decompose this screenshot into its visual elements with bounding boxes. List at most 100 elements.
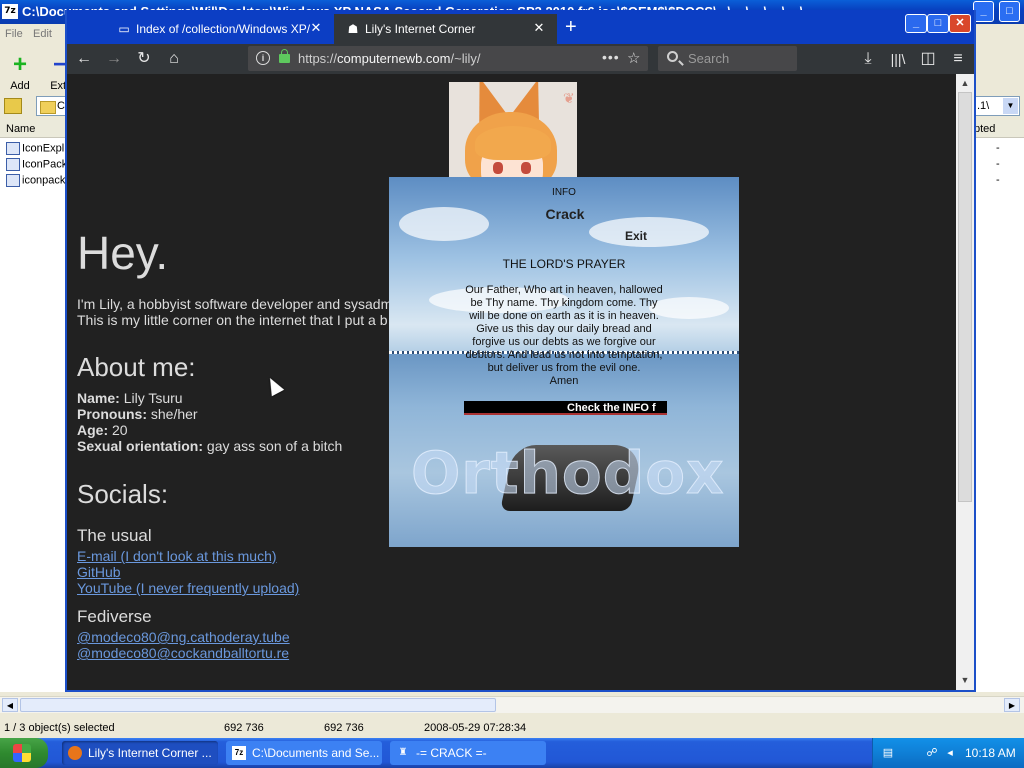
start-button[interactable] xyxy=(0,738,48,768)
restore-button[interactable]: □ xyxy=(999,1,1020,22)
info-icon[interactable]: i xyxy=(256,51,270,65)
popup-title: Crack xyxy=(545,206,585,222)
address-field[interactable]: C xyxy=(36,96,66,116)
folder-icon: ▭ xyxy=(118,22,130,36)
usual-heading: The usual xyxy=(77,526,152,545)
taskbar-button-crack[interactable]: ♜ -= CRACK =- xyxy=(390,741,546,765)
volume-icon[interactable]: ◂ xyxy=(943,746,957,760)
file-row[interactable]: IconExpl xyxy=(6,142,64,158)
back-icon[interactable]: ← xyxy=(73,48,95,70)
horizontal-scrollbar[interactable]: ◀ ▶ xyxy=(0,696,1024,713)
search-icon xyxy=(667,51,678,62)
lock-icon[interactable] xyxy=(279,49,290,63)
page-heading: Hey. xyxy=(77,227,169,279)
column-encrypted[interactable]: pted xyxy=(974,123,995,135)
bookmark-star-icon[interactable]: ☆ xyxy=(627,49,640,67)
page-actions-icon[interactable]: ••• xyxy=(602,49,620,65)
plus-icon: + xyxy=(12,51,27,78)
taskbar-button-label: -= CRACK =- xyxy=(416,746,487,760)
url-bar[interactable]: i https://computernewb.com/~lily/ ••• ☆ xyxy=(248,46,648,71)
info-button[interactable]: INFO xyxy=(389,187,739,198)
socials-heading: Socials: xyxy=(77,479,169,509)
fediverse-link-1[interactable]: @modeco80@ng.cathoderay.tube xyxy=(77,629,290,645)
menu-icon[interactable]: ≡ xyxy=(947,48,969,70)
file-flag: - xyxy=(996,142,1000,154)
about-age: Age: 20 xyxy=(77,422,128,438)
leaf-icon: ❦ xyxy=(563,90,575,106)
scroll-left-icon[interactable]: ◀ xyxy=(2,698,18,712)
minimize-button[interactable]: _ xyxy=(905,14,927,33)
email-link[interactable]: E-mail (I don't look at this much) xyxy=(77,548,277,564)
system-tray: ▤ ☍ ◂ 10:18 AM xyxy=(872,738,1024,768)
file-row[interactable]: iconpack xyxy=(6,174,65,190)
download-icon[interactable]: ⤓ xyxy=(857,48,879,70)
youtube-link[interactable]: YouTube (I never frequently upload) xyxy=(77,580,299,596)
sidebar-icon[interactable]: ◫ xyxy=(917,48,939,70)
taskbar-button-label: C:\Documents and Se... xyxy=(252,746,380,760)
tab-label: Lily's Internet Corner xyxy=(365,22,476,36)
scroll-right-icon[interactable]: ▶ xyxy=(1004,698,1020,712)
scroll-thumb[interactable] xyxy=(958,92,972,502)
file-flag: - xyxy=(996,174,1000,186)
scroll-up-icon[interactable]: ▲ xyxy=(957,75,973,91)
tab-lilys-internet-corner[interactable]: ☗ Lily's Internet Corner ✕ xyxy=(334,14,557,44)
7zip-icon: 7z xyxy=(232,746,246,760)
search-bar[interactable] xyxy=(658,46,797,71)
keyboard-icon[interactable]: ▤ xyxy=(881,746,895,760)
about-heading: About me: xyxy=(77,352,196,382)
clock[interactable]: 10:18 AM xyxy=(965,746,1016,760)
menu-edit[interactable]: Edit xyxy=(33,28,52,40)
exit-button[interactable]: Exit xyxy=(625,229,647,243)
url-text[interactable]: https://computernewb.com/~lily/ xyxy=(298,51,480,66)
menu-file[interactable]: File xyxy=(5,28,23,40)
intro-line-2: This is my little corner on the internet… xyxy=(77,312,388,328)
github-link[interactable]: GitHub xyxy=(77,564,121,580)
home-icon[interactable]: ⌂ xyxy=(163,48,185,70)
watermark-text: Orthodox xyxy=(411,439,725,508)
file-flag: - xyxy=(996,158,1000,170)
intro-line-1: I'm Lily, a hobbyist software developer … xyxy=(77,296,393,312)
taskbar-button-label: Lily's Internet Corner ... xyxy=(88,746,212,760)
forward-icon[interactable]: → xyxy=(103,48,125,70)
library-icon[interactable]: |||\ xyxy=(887,48,909,70)
close-tab-icon[interactable]: ✕ xyxy=(309,21,323,35)
fediverse-link-2[interactable]: @modeco80@cockandballtortu.re xyxy=(77,645,289,661)
about-pronouns: Pronouns: she/her xyxy=(77,406,198,422)
file-name: IconExpl xyxy=(22,142,65,155)
address-right-text: .1\ xyxy=(977,100,990,112)
windows-logo-icon xyxy=(13,744,31,762)
crack-popup-window[interactable]: Orthodox INFO Crack Exit THE LORD'S PRAY… xyxy=(389,177,739,547)
close-window-button[interactable]: ✕ xyxy=(949,14,971,33)
minimize-button[interactable]: _ xyxy=(973,1,994,22)
status-size: 692 736 xyxy=(224,722,264,734)
reload-icon[interactable]: ↻ xyxy=(133,48,155,70)
network-icon[interactable]: ☍ xyxy=(925,746,939,760)
file-icon xyxy=(6,174,20,187)
status-bar: 1 / 3 object(s) selected 692 736 692 736… xyxy=(0,718,1024,738)
folder-up-icon[interactable] xyxy=(4,98,22,114)
address-dropdown[interactable]: .1\ ▼ xyxy=(972,96,1020,116)
scroll-down-icon[interactable]: ▼ xyxy=(957,672,973,688)
maximize-button[interactable]: □ xyxy=(927,14,949,33)
tab-index-of-collection[interactable]: ▭ Index of /collection/Windows XP/ ✕ xyxy=(105,14,335,44)
file-row[interactable]: IconPack xyxy=(6,158,67,174)
chevron-down-icon[interactable]: ▼ xyxy=(1003,98,1018,114)
column-name[interactable]: Name xyxy=(6,123,35,135)
7zip-app-icon: 7z xyxy=(2,4,18,19)
tab-bar: ▭ Index of /collection/Windows XP/ ✕ ☗ L… xyxy=(67,10,974,44)
vertical-scrollbar[interactable]: ▲ ▼ xyxy=(956,74,974,690)
add-button[interactable]: + Add xyxy=(0,51,40,93)
prayer-text: Our Father, Who art in heaven, hallowed … xyxy=(465,284,663,387)
add-label: Add xyxy=(10,80,30,92)
taskbar-button-firefox[interactable]: Lily's Internet Corner ... xyxy=(62,741,218,765)
about-name: Name: Lily Tsuru xyxy=(77,390,183,406)
scroll-thumb[interactable] xyxy=(20,698,496,712)
search-input[interactable] xyxy=(688,50,788,67)
firefox-icon xyxy=(68,746,82,760)
taskbar-button-7zip[interactable]: 7z C:\Documents and Se... xyxy=(226,741,382,765)
status-modified: 2008-05-29 07:28:34 xyxy=(424,722,527,734)
crack-icon: ♜ xyxy=(398,747,408,758)
close-tab-icon[interactable]: ✕ xyxy=(532,21,546,35)
page-icon: ☗ xyxy=(347,22,359,36)
new-tab-icon[interactable]: + xyxy=(565,17,577,37)
